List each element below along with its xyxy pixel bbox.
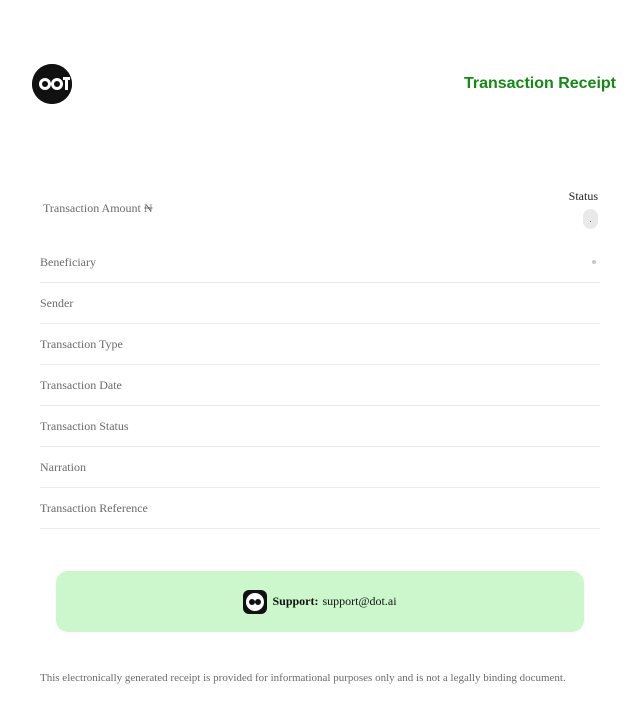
detail-row-beneficiary: Beneficiary bbox=[40, 242, 600, 283]
placeholder-dot-icon bbox=[592, 260, 596, 264]
detail-row-sender: Sender bbox=[40, 283, 600, 324]
detail-row-transaction-status: Transaction Status bbox=[40, 406, 600, 447]
details-list: Beneficiary Sender Transaction Type Tran… bbox=[40, 242, 600, 529]
disclaimer-text: This electronically generated receipt is… bbox=[40, 672, 566, 684]
detail-row-narration: Narration bbox=[40, 447, 600, 488]
dot-logo bbox=[32, 64, 72, 104]
status-badge: . bbox=[583, 209, 598, 229]
detail-label: Transaction Status bbox=[40, 418, 129, 433]
status-label: Status bbox=[568, 189, 598, 203]
support-banner: Support: support@dot.ai bbox=[56, 571, 584, 632]
detail-row-transaction-date: Transaction Date bbox=[40, 365, 600, 406]
detail-label: Transaction Reference bbox=[40, 500, 148, 515]
detail-row-transaction-reference: Transaction Reference bbox=[40, 488, 600, 529]
detail-label: Sender bbox=[40, 295, 74, 310]
detail-row-transaction-type: Transaction Type bbox=[40, 324, 600, 365]
detail-label: Transaction Type bbox=[40, 336, 123, 351]
dot-small-logo-icon bbox=[243, 589, 268, 614]
detail-label: Narration bbox=[40, 459, 86, 474]
support-email-link[interactable]: support@dot.ai bbox=[322, 594, 396, 609]
transaction-amount-label: Transaction Amount ₦ bbox=[43, 201, 153, 215]
support-label: Support: bbox=[272, 594, 319, 608]
detail-label: Transaction Date bbox=[40, 377, 122, 392]
detail-label: Beneficiary bbox=[40, 254, 96, 269]
receipt-title: Transaction Receipt bbox=[463, 75, 616, 92]
